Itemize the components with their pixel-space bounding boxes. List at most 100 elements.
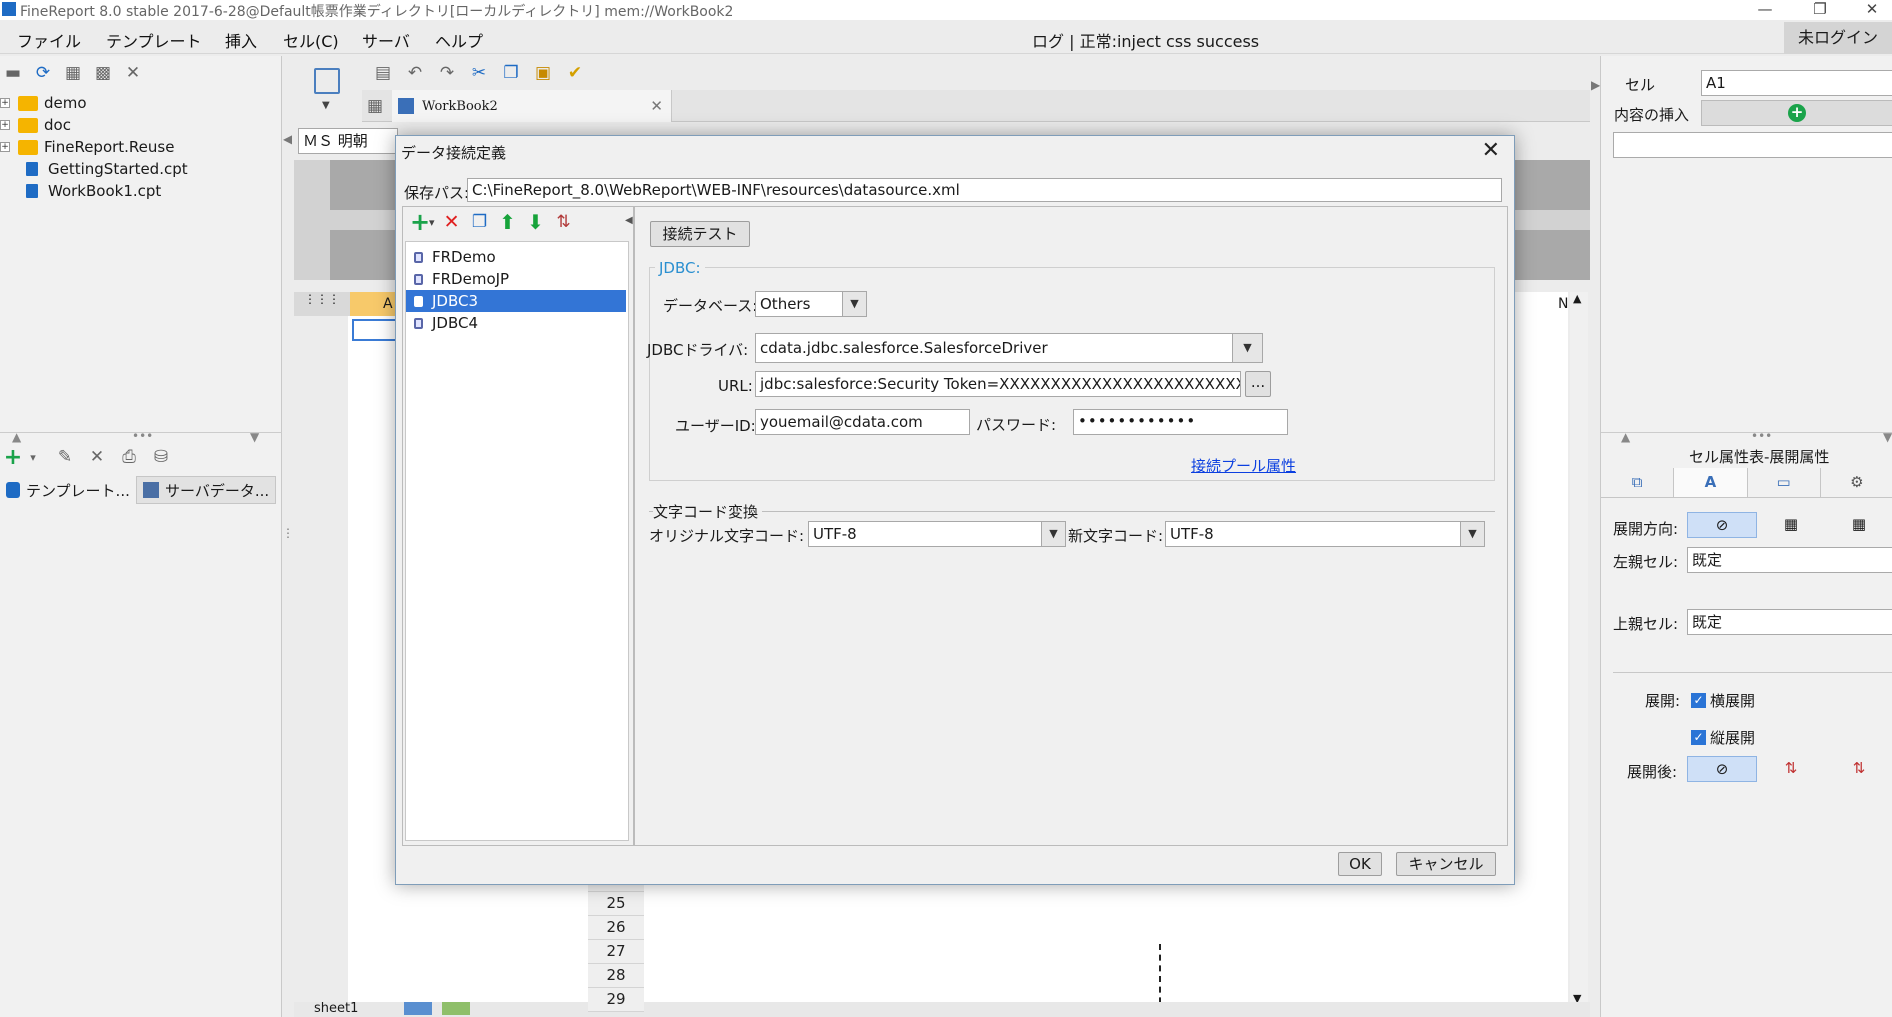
close-window-button[interactable]: ✕ bbox=[1852, 0, 1892, 20]
font-name-field[interactable]: ＭＳ 明朝 bbox=[298, 128, 398, 154]
row-header[interactable]: 27 bbox=[588, 940, 644, 964]
dialog-close-icon[interactable]: ✕ bbox=[1482, 138, 1500, 163]
sort-none-icon[interactable]: ⊘ bbox=[1687, 756, 1757, 782]
panel-splitter[interactable]: ▲ ••• ▼ bbox=[0, 429, 282, 444]
minimize-button[interactable]: — bbox=[1745, 0, 1785, 20]
connection-item-jdbc4[interactable]: JDBC4 bbox=[406, 312, 626, 334]
row-header[interactable]: 29 bbox=[588, 988, 644, 1012]
tree-item-demo[interactable]: + demo bbox=[0, 92, 87, 114]
copy-icon[interactable]: ❐ bbox=[500, 62, 522, 84]
connection-item-jdbc3[interactable]: JDBC3 bbox=[406, 290, 626, 312]
cell-address-field[interactable]: A1 bbox=[1701, 70, 1892, 96]
open-folder-icon[interactable]: ▬ bbox=[2, 62, 24, 84]
tab-settings-icon[interactable]: ⚙ bbox=[1821, 468, 1892, 497]
restore-button[interactable]: ❐ bbox=[1800, 0, 1840, 20]
delete-connection-icon[interactable]: ✕ bbox=[441, 211, 463, 233]
menu-server[interactable]: サーバ bbox=[362, 28, 410, 52]
new-encoding-select[interactable]: UTF-8 ▼ bbox=[1165, 521, 1485, 547]
tab-template[interactable]: テンプレート... bbox=[0, 476, 136, 504]
tab-widget-icon[interactable]: ▭ bbox=[1748, 468, 1821, 497]
save-icon[interactable]: ▤ bbox=[372, 62, 394, 84]
format-painter-icon[interactable]: ✔ bbox=[564, 62, 586, 84]
tree-item-doc[interactable]: + doc bbox=[0, 114, 71, 136]
close-tab-icon[interactable]: ✕ bbox=[650, 97, 663, 115]
direction-vertical-icon[interactable]: ▦ bbox=[1757, 512, 1825, 538]
add-icon[interactable]: + bbox=[2, 445, 24, 470]
dropdown-arrow-icon[interactable]: ▾ bbox=[429, 216, 435, 229]
preview-icon[interactable]: ⎙ bbox=[118, 446, 140, 468]
horizontal-expand-checkbox[interactable]: ✓ 横展開 bbox=[1691, 690, 1755, 711]
menu-help[interactable]: ヘルプ bbox=[435, 28, 483, 52]
tab-workbook2[interactable]: WorkBook2 ✕ bbox=[392, 90, 672, 122]
move-down-icon[interactable]: ⬇ bbox=[525, 210, 547, 234]
collapse-down-icon[interactable]: ▼ bbox=[250, 430, 259, 444]
chevron-down-icon[interactable]: ▼ bbox=[1460, 522, 1484, 546]
dropdown-arrow-icon[interactable]: ▾ bbox=[22, 446, 44, 468]
collapse-up-icon[interactable]: ▲ bbox=[12, 430, 21, 444]
cut-icon[interactable]: ✂ bbox=[468, 62, 490, 84]
chevron-down-icon[interactable]: ▼ bbox=[842, 292, 866, 316]
insert-content-button[interactable]: + bbox=[1701, 100, 1892, 126]
redo-icon[interactable]: ↷ bbox=[436, 62, 458, 84]
expand-icon[interactable]: + bbox=[0, 120, 10, 130]
test-connection-button[interactable]: 接続テスト bbox=[650, 221, 750, 247]
refresh-icon[interactable]: ⟳ bbox=[32, 62, 54, 84]
sheet-tab-sheet1[interactable]: sheet1 bbox=[314, 1001, 358, 1016]
original-encoding-select[interactable]: UTF-8 ▼ bbox=[808, 521, 1066, 547]
grid-icon[interactable]: ▦ bbox=[364, 95, 386, 117]
collapse-list-icon[interactable]: ◀ bbox=[625, 215, 633, 226]
save-path-field[interactable]: C:\FineReport_8.0\WebReport\WEB-INF\reso… bbox=[467, 178, 1502, 202]
sort-ascending-icon[interactable]: ⇅ bbox=[1757, 756, 1825, 782]
direction-horizontal-icon[interactable]: ▦ bbox=[1825, 512, 1892, 538]
left-parent-select[interactable]: 既定 bbox=[1687, 547, 1892, 573]
collapse-left-icon[interactable]: ◀ bbox=[283, 132, 292, 146]
menu-insert[interactable]: 挿入 bbox=[225, 28, 257, 52]
tab-expand-icon[interactable]: ⧉ bbox=[1601, 468, 1675, 497]
edit-icon[interactable]: ✎ bbox=[54, 446, 76, 468]
jdbc-driver-select[interactable]: cdata.jdbc.salesforce.SalesforceDriver ▼ bbox=[755, 333, 1263, 363]
select-all-corner[interactable]: ⋮⋮⋮ bbox=[294, 292, 350, 316]
tab-server-data[interactable]: サーバデータ... bbox=[136, 476, 276, 504]
vertical-scrollbar[interactable]: ▲ ▼ bbox=[1570, 292, 1588, 1007]
right-splitter[interactable]: ▲ ••• ▼ bbox=[1601, 429, 1892, 444]
database-select[interactable]: Others ▼ bbox=[755, 291, 867, 317]
content-input[interactable] bbox=[1613, 132, 1892, 158]
remove-icon[interactable]: ✕ bbox=[86, 446, 108, 468]
tree-item-gettingstarted[interactable]: GettingStarted.cpt bbox=[0, 158, 188, 180]
tree-item-workbook1[interactable]: WorkBook1.cpt bbox=[0, 180, 161, 202]
unlock-icon[interactable]: ▩ bbox=[92, 62, 114, 84]
cancel-button[interactable]: キャンセル bbox=[1396, 852, 1496, 876]
add-sheet-icon[interactable] bbox=[404, 1002, 432, 1015]
collapse-down-icon[interactable]: ▼ bbox=[1883, 430, 1892, 444]
chevron-down-icon[interactable]: ▼ bbox=[1041, 522, 1065, 546]
vertical-expand-checkbox[interactable]: ✓ 縦展開 bbox=[1691, 727, 1755, 748]
tree-item-reuse[interactable]: + FineReport.Reuse bbox=[0, 136, 174, 158]
move-up-icon[interactable]: ⬆ bbox=[497, 210, 519, 234]
connection-item-frdemo[interactable]: FRDemo bbox=[406, 246, 626, 268]
sort-icon[interactable]: ⇅ bbox=[553, 211, 575, 233]
expand-icon[interactable]: + bbox=[0, 98, 10, 108]
connection-pool-link[interactable]: 接続プール属性 bbox=[1191, 455, 1296, 476]
dropdown-arrow-icon[interactable]: ▼ bbox=[322, 100, 330, 111]
add-poly-sheet-icon[interactable] bbox=[442, 1002, 470, 1015]
collapse-right-icon[interactable]: ▶ bbox=[1591, 78, 1600, 92]
expand-icon[interactable]: + bbox=[0, 142, 10, 152]
url-field[interactable]: jdbc:salesforce:Security Token=XXXXXXXXX… bbox=[755, 371, 1241, 397]
tab-style-icon[interactable]: A bbox=[1674, 468, 1748, 497]
scroll-up-icon[interactable]: ▲ bbox=[1573, 292, 1581, 305]
lock-icon[interactable]: ▦ bbox=[62, 62, 84, 84]
copy-connection-icon[interactable]: ❐ bbox=[469, 211, 491, 233]
password-field[interactable]: •••••••••••• bbox=[1073, 409, 1288, 435]
database-icon[interactable]: ⛁ bbox=[150, 446, 172, 468]
delete-icon[interactable]: ✕ bbox=[122, 62, 144, 84]
menu-template[interactable]: テンプレート bbox=[106, 28, 202, 52]
undo-icon[interactable]: ↶ bbox=[404, 62, 426, 84]
chevron-down-icon[interactable]: ▼ bbox=[1232, 334, 1262, 362]
ok-button[interactable]: OK bbox=[1338, 852, 1382, 876]
menu-file[interactable]: ファイル bbox=[17, 28, 81, 52]
preview-button[interactable]: ▼ bbox=[310, 66, 348, 114]
direction-none-icon[interactable]: ⊘ bbox=[1687, 512, 1757, 538]
row-header[interactable]: 26 bbox=[588, 916, 644, 940]
url-browse-button[interactable]: ... bbox=[1245, 371, 1271, 397]
collapse-up-icon[interactable]: ▲ bbox=[1621, 430, 1630, 444]
